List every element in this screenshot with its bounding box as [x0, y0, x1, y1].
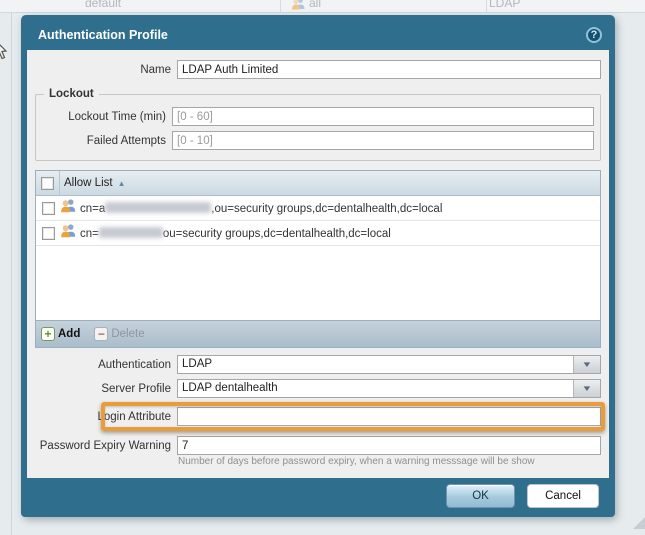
row-checkbox[interactable] [41, 226, 55, 240]
resize-grip[interactable] [633, 515, 645, 529]
background-cell-ldap: LDAP [489, 0, 521, 10]
dialog-body: Name Lockout Lockout Time (min) Failed A… [27, 49, 609, 476]
add-button[interactable]: + Add [41, 327, 80, 341]
server-profile-value: LDAP dentalhealth [182, 382, 278, 394]
lockout-time-label: Lockout Time (min) [68, 110, 166, 123]
allow-list-toolbar: + Add − Delete [35, 321, 601, 348]
chevron-down-icon: ▼ [581, 384, 593, 393]
row-checkbox-cell [36, 221, 60, 245]
delete-icon: − [94, 327, 109, 341]
chevron-down-icon: ▼ [581, 360, 593, 369]
dialog-header: Authentication Profile ? [26, 20, 610, 50]
allow-list-entry: cn=a ,ou=security groups,dc=dentalhealth,… [80, 201, 443, 215]
password-expiry-input[interactable] [177, 436, 601, 455]
column-divider [280, 0, 281, 12]
authentication-label: Authentication [98, 358, 171, 371]
redacted-text [105, 201, 212, 213]
name-input[interactable] [177, 60, 601, 79]
background-table-row: default all LDAP [0, 0, 645, 13]
background-cell-default: default [85, 0, 122, 10]
allow-list-entry: cn= ou=security groups,dc=dentalhealth,dc… [80, 226, 391, 240]
failed-attempts-input[interactable] [172, 131, 594, 150]
lockout-legend: Lockout [49, 88, 94, 100]
help-icon[interactable]: ? [586, 27, 602, 43]
mouse-cursor-artifact [0, 42, 9, 67]
screen: default all LDAP Authentication Profile … [0, 0, 645, 535]
lockout-time-input[interactable] [172, 107, 594, 126]
user-group-icon [291, 0, 306, 12]
cancel-button[interactable]: Cancel [527, 483, 599, 508]
ok-button[interactable]: OK [446, 483, 515, 508]
row-checkbox-cell [36, 196, 60, 220]
allow-list-column-label: Allow List [64, 177, 113, 189]
delete-button[interactable]: − Delete [94, 327, 145, 341]
dropdown-button[interactable]: ▼ [573, 356, 600, 373]
name-label: Name [140, 63, 171, 76]
allow-list-table: Allow List ▲ cn=a ,ou=security groups,dc=… [35, 170, 601, 321]
column-divider [486, 0, 487, 12]
dropdown-button[interactable]: ▼ [573, 380, 600, 397]
login-attribute-label: Login Attribute [97, 410, 171, 423]
password-expiry-label: Password Expiry Warning [39, 439, 171, 452]
lockout-group: Lockout Lockout Time (min) Failed Attemp… [35, 88, 601, 161]
authentication-value: LDAP [182, 358, 213, 370]
allow-list-header[interactable]: Allow List ▲ [36, 171, 600, 196]
dialog-footer: OK Cancel [21, 478, 615, 517]
authentication-dropdown[interactable]: LDAP ▼ [177, 355, 601, 374]
authentication-profile-dialog: Authentication Profile ? Name Lockout Lo… [21, 15, 615, 517]
background-cell-all: all [291, 0, 321, 12]
password-expiry-hint: Number of days before password expiry, w… [178, 456, 535, 467]
allow-list-row[interactable]: cn= ou=security groups,dc=dentalhealth,dc… [36, 221, 600, 246]
sort-ascending-icon: ▲ [117, 178, 126, 188]
authentication-row: Authentication LDAP ▼ [35, 355, 601, 374]
user-group-icon [60, 198, 77, 218]
lockout-time-row: Lockout Time (min) [42, 107, 594, 126]
allow-list-row[interactable]: cn=a ,ou=security groups,dc=dentalhealth,… [36, 196, 600, 221]
user-group-icon [60, 223, 77, 243]
name-row: Name [35, 60, 601, 79]
server-profile-row: Server Profile LDAP dentalhealth ▼ [35, 379, 601, 398]
login-attribute-row: Login Attribute [35, 402, 605, 431]
failed-attempts-row: Failed Attempts [42, 131, 594, 150]
add-icon: + [41, 327, 55, 341]
dialog-title: Authentication Profile [38, 28, 168, 42]
allow-list-empty-area [36, 246, 600, 320]
background-edge-line [11, 13, 12, 535]
select-all-cell [36, 171, 60, 195]
password-expiry-row: Password Expiry Warning [35, 436, 601, 455]
select-all-checkbox[interactable] [41, 176, 54, 190]
redacted-text [98, 226, 163, 238]
failed-attempts-label: Failed Attempts [86, 134, 166, 147]
login-attribute-input[interactable] [177, 407, 601, 426]
server-profile-label: Server Profile [101, 382, 171, 395]
row-checkbox[interactable] [41, 201, 55, 215]
server-profile-dropdown[interactable]: LDAP dentalhealth ▼ [177, 379, 601, 398]
